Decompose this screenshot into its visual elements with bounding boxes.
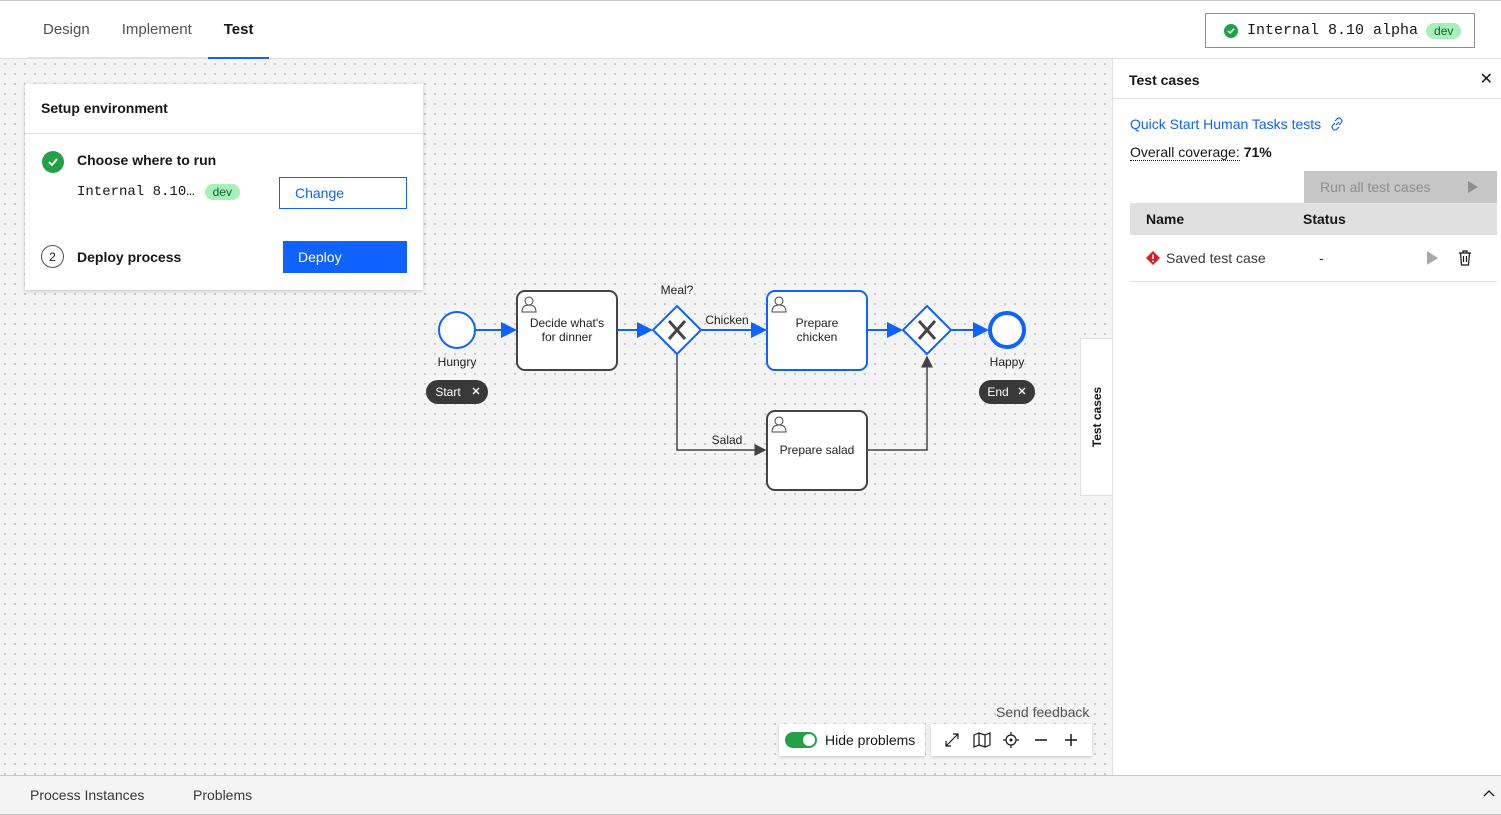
- toggle-switch[interactable]: [785, 732, 817, 748]
- task-salad-label: Prepare salad: [780, 443, 855, 457]
- row-name-cell: Saved test case: [1130, 250, 1319, 266]
- environment-selector[interactable]: Internal 8.10 alpha dev: [1205, 13, 1475, 48]
- zoom-out-icon[interactable]: [1030, 729, 1052, 751]
- side-tab-label: Test cases: [1089, 386, 1104, 448]
- flow-salad-to-merge: [867, 355, 933, 451]
- coverage-value: 71%: [1243, 144, 1272, 160]
- warning-icon: [1146, 251, 1160, 265]
- send-feedback-link[interactable]: Send feedback: [996, 704, 1089, 720]
- task-decide-line1: Decide what's: [530, 316, 604, 330]
- overall-coverage: Overall coverage: 71%: [1130, 144, 1272, 161]
- hide-problems-label: Hide problems: [825, 732, 916, 748]
- panel-header: Test cases ✕: [1113, 59, 1501, 99]
- test-cases-panel: Test cases ✕ Quick Start Human Tasks tes…: [1112, 59, 1501, 775]
- minimap-icon[interactable]: [971, 729, 993, 751]
- run-all-button[interactable]: Run all test cases: [1304, 171, 1497, 203]
- end-event: [988, 311, 1026, 349]
- setup-environment-card: Setup environment Choose where to run In…: [25, 84, 423, 290]
- hide-problems-toggle[interactable]: Hide problems: [779, 724, 925, 756]
- tab-test[interactable]: Test: [207, 1, 270, 59]
- diagram-canvas[interactable]: Hungry Decide what's for dinner Meal? Ch…: [0, 59, 1112, 775]
- center-icon[interactable]: [1000, 729, 1022, 751]
- task-chicken-line1: Prepare: [796, 316, 839, 330]
- run-target-name: Internal 8.10…: [77, 184, 195, 200]
- test-suite-link[interactable]: Quick Start Human Tasks tests: [1130, 116, 1345, 132]
- start-event: [438, 311, 476, 349]
- trash-icon[interactable]: [1458, 250, 1472, 266]
- link-icon: [1331, 117, 1343, 131]
- step-deploy-label: Deploy process: [77, 249, 182, 265]
- checkmark-icon: [1224, 23, 1238, 38]
- bottom-bar: Process Instances Problems: [0, 775, 1501, 815]
- task-decide-line2: for dinner: [542, 330, 593, 344]
- row-name: Saved test case: [1166, 250, 1266, 266]
- chevron-up-icon[interactable]: [1483, 788, 1495, 800]
- column-header-name: Name: [1146, 211, 1185, 227]
- row-status: -: [1319, 250, 1324, 266]
- run-all-label: Run all test cases: [1320, 179, 1431, 195]
- play-icon[interactable]: [1426, 251, 1438, 265]
- flow-salad-label: Salad: [712, 433, 743, 447]
- table-header: Name Status: [1130, 203, 1497, 235]
- end-marker-pill: End: [979, 380, 1035, 404]
- environment-tag: dev: [1426, 22, 1462, 39]
- table-row[interactable]: Saved test case -: [1130, 235, 1497, 282]
- start-event-label: Hungry: [438, 355, 477, 369]
- end-pill-label: End: [987, 385, 1008, 399]
- play-icon: [1468, 181, 1478, 193]
- test-cases-table: Name Status Saved test case -: [1130, 203, 1497, 282]
- tab-design[interactable]: Design: [27, 1, 106, 59]
- tab-process-instances[interactable]: Process Instances: [30, 787, 144, 803]
- checkmark-filled-icon: [42, 151, 64, 173]
- task-chicken-line2: chicken: [797, 330, 838, 344]
- step-choose-where-label: Choose where to run: [77, 152, 217, 168]
- zoom-in-icon[interactable]: [1060, 729, 1082, 751]
- end-event-label: Happy: [990, 355, 1025, 369]
- test-suite-label: Quick Start Human Tasks tests: [1130, 116, 1322, 132]
- top-bar: Design Implement Test Internal 8.10 alph…: [0, 0, 1501, 59]
- start-marker-pill: Start: [426, 380, 488, 404]
- start-pill-label: Start: [435, 385, 461, 399]
- change-button[interactable]: Change: [279, 177, 407, 209]
- mode-tabs: Design Implement Test: [27, 1, 270, 59]
- column-header-status: Status: [1303, 211, 1346, 227]
- close-icon[interactable]: ✕: [1480, 69, 1493, 89]
- panel-title: Test cases: [1129, 72, 1200, 88]
- flow-chicken-label: Chicken: [705, 313, 748, 327]
- environment-label: Internal 8.10 alpha: [1247, 22, 1419, 39]
- test-cases-side-tab[interactable]: Test cases: [1080, 338, 1112, 496]
- coverage-label: Overall coverage:: [1130, 144, 1240, 161]
- deploy-button[interactable]: Deploy: [283, 241, 407, 273]
- tab-implement[interactable]: Implement: [105, 1, 208, 59]
- step-number-icon: 2: [41, 245, 64, 268]
- run-target-tag: dev: [204, 184, 240, 200]
- fullscreen-icon[interactable]: [941, 729, 963, 751]
- gateway-label: Meal?: [661, 283, 694, 297]
- tab-problems[interactable]: Problems: [193, 787, 252, 803]
- run-target: Internal 8.10… dev: [77, 184, 240, 200]
- setup-title: Setup environment: [25, 84, 423, 134]
- canvas-toolbar: [931, 724, 1092, 756]
